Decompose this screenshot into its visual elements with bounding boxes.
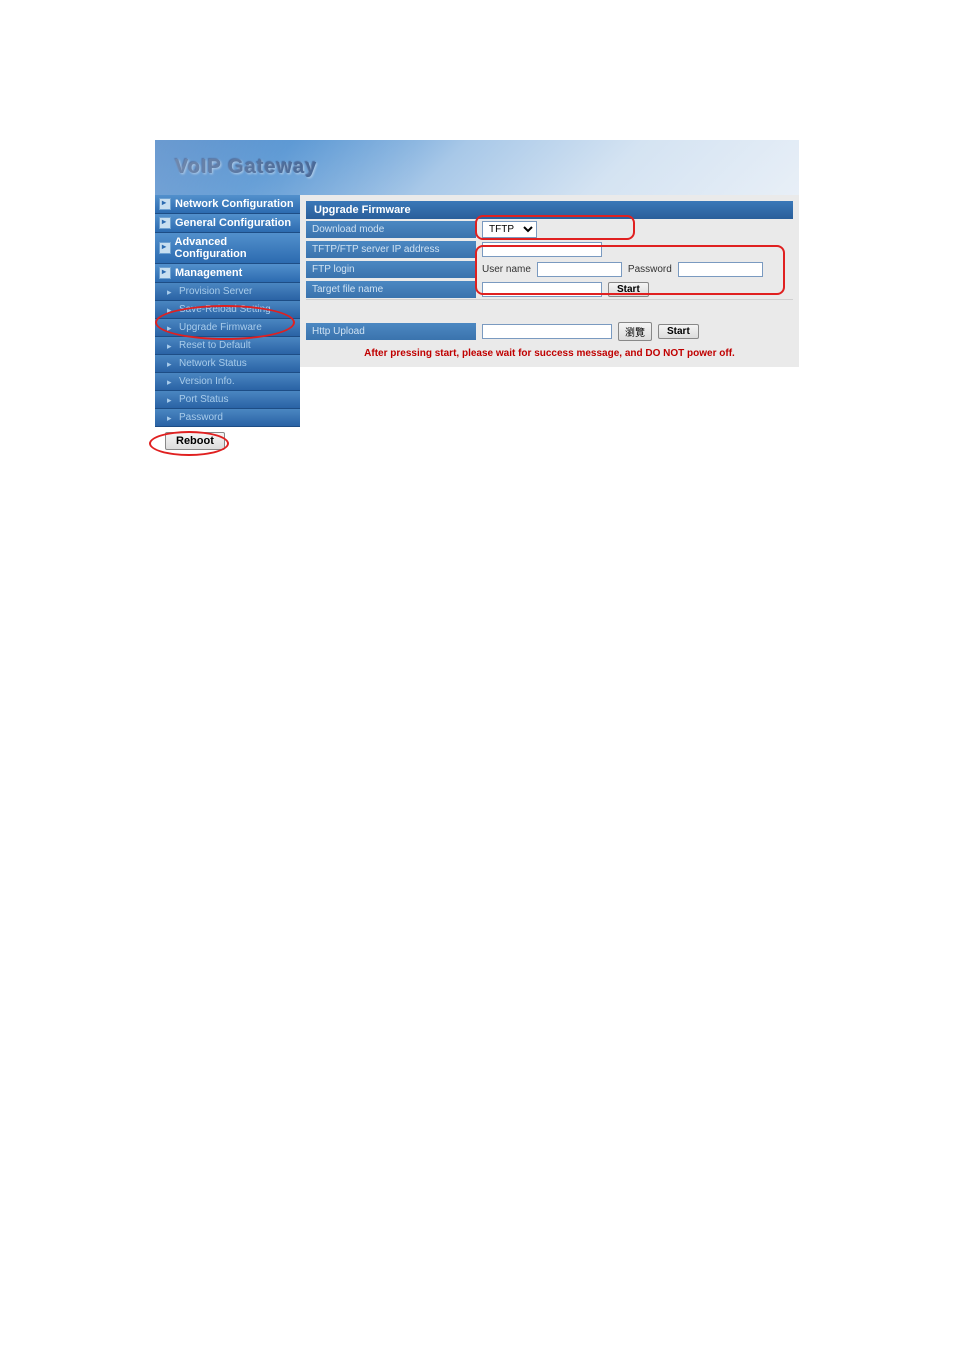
page-title: VoIP Gateway [175, 156, 317, 179]
sidebar-item-port-status[interactable]: Port Status [155, 391, 300, 409]
sidebar-item-label: General Configuration [175, 217, 291, 229]
arrow-icon [167, 306, 175, 314]
arrow-icon [167, 378, 175, 386]
arrow-icon [167, 288, 175, 296]
download-mode-select[interactable]: TFTP [482, 221, 537, 238]
sidebar: Network Configuration General Configurat… [155, 195, 300, 450]
sidebar-item-label: Advanced Configuration [175, 236, 296, 260]
sidebar-item-save-reload[interactable]: Save-Reload Setting [155, 301, 300, 319]
warning-message: After pressing start, please wait for su… [306, 342, 793, 361]
sidebar-item-label: Password [179, 412, 223, 423]
sidebar-item-label: Network Configuration [175, 198, 294, 210]
start-button-upgrade[interactable]: Start [608, 282, 649, 297]
sidebar-item-label: Upgrade Firmware [179, 322, 262, 333]
http-upload-input[interactable] [482, 324, 612, 339]
sidebar-item-label: Version Info. [179, 376, 235, 387]
form-row-ftp-login: FTP login User name Password [306, 259, 793, 279]
reboot-button[interactable]: Reboot [165, 432, 225, 450]
sidebar-item-network-status[interactable]: Network Status [155, 355, 300, 373]
sidebar-item-provision-server[interactable]: Provision Server [155, 283, 300, 301]
arrow-icon [167, 324, 175, 332]
sidebar-item-label: Port Status [179, 394, 228, 405]
form-row-http-upload: Http Upload 瀏覽 Start [306, 321, 793, 342]
username-label: User name [482, 264, 531, 275]
arrow-icon [167, 360, 175, 368]
sidebar-item-general-config[interactable]: General Configuration [155, 214, 300, 233]
form-row-target-file: Target file name Start [306, 279, 793, 299]
banner: VoIP Gateway [155, 140, 799, 195]
target-file-label: Target file name [306, 281, 476, 298]
sidebar-item-upgrade-firmware[interactable]: Upgrade Firmware [155, 319, 300, 337]
username-input[interactable] [537, 262, 622, 277]
folder-icon [159, 267, 171, 279]
sidebar-item-reset-default[interactable]: Reset to Default [155, 337, 300, 355]
sidebar-item-label: Reset to Default [179, 340, 251, 351]
sidebar-item-network-config[interactable]: Network Configuration [155, 195, 300, 214]
sidebar-item-label: Network Status [179, 358, 247, 369]
download-mode-label: Download mode [306, 221, 476, 238]
password-input[interactable] [678, 262, 763, 277]
folder-icon [159, 242, 171, 254]
main-content: Upgrade Firmware Download mode TFTP TFTP… [300, 195, 799, 367]
sidebar-item-management[interactable]: Management [155, 264, 300, 283]
http-upload-label: Http Upload [306, 323, 476, 340]
browse-button[interactable]: 瀏覽 [618, 322, 652, 341]
sidebar-item-label: Management [175, 267, 242, 279]
server-ip-label: TFTP/FTP server IP address [306, 241, 476, 258]
sidebar-item-password[interactable]: Password [155, 409, 300, 427]
sidebar-item-label: Save-Reload Setting [179, 304, 271, 315]
form-row-server-ip: TFTP/FTP server IP address [306, 239, 793, 259]
start-button-http[interactable]: Start [658, 324, 699, 339]
password-label: Password [628, 264, 672, 275]
folder-icon [159, 198, 171, 210]
sidebar-item-advanced-config[interactable]: Advanced Configuration [155, 233, 300, 264]
form-row-download-mode: Download mode TFTP [306, 219, 793, 239]
sidebar-item-version-info[interactable]: Version Info. [155, 373, 300, 391]
arrow-icon [167, 396, 175, 404]
sidebar-item-label: Provision Server [179, 286, 252, 297]
arrow-icon [167, 414, 175, 422]
ftp-login-label: FTP login [306, 261, 476, 278]
section-header-upgrade: Upgrade Firmware [306, 201, 793, 219]
folder-icon [159, 217, 171, 229]
target-file-input[interactable] [482, 282, 602, 297]
arrow-icon [167, 342, 175, 350]
server-ip-input[interactable] [482, 242, 602, 257]
